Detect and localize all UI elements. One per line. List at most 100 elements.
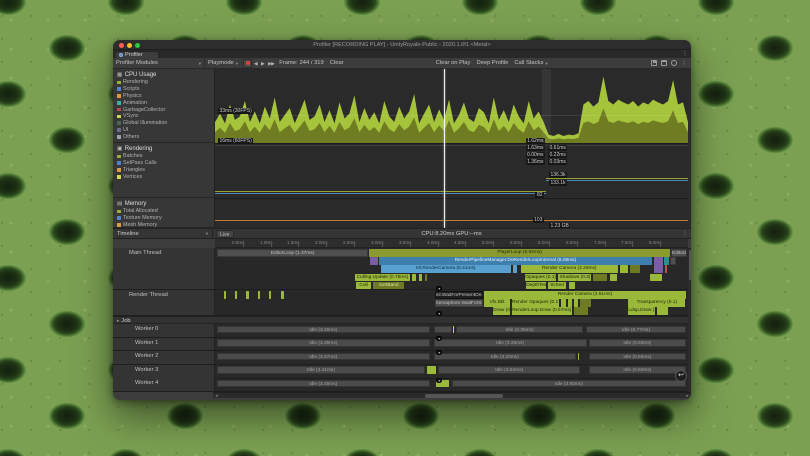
timeline-span[interactable]: Idle (3.39ms) xyxy=(217,339,430,347)
lane-bars-worker-0[interactable]: Idle (3.45ms)Idle (3.35ms)Idle (0.77ms) xyxy=(215,324,688,338)
module-header[interactable]: ▣Rendering xyxy=(117,145,214,153)
call-stacks-dropdown[interactable]: Call Stacks ▾ xyxy=(511,59,550,68)
timeline-span-small[interactable] xyxy=(654,257,664,265)
timeline-span[interactable]: RenderPipelineManager.DoRenderLoopIntern… xyxy=(379,257,652,265)
vertical-scroll-thumb[interactable] xyxy=(689,250,691,280)
charts-pane[interactable] xyxy=(215,69,688,228)
timeline-span-small[interactable] xyxy=(235,291,237,299)
timeline-span-small[interactable] xyxy=(513,265,517,273)
close-window-button[interactable] xyxy=(119,43,124,48)
module-counter-batches[interactable]: Batches xyxy=(117,153,214,160)
scroll-right-icon[interactable]: ▸ xyxy=(684,393,691,399)
timeline-span[interactable]: PlayerLoop (6.92ms) xyxy=(369,249,670,257)
timeline-span[interactable]: EditorLoop (1.37ms) xyxy=(217,249,368,257)
module-counter-texture-memory[interactable]: Texture Memory xyxy=(117,215,214,222)
job-group-header[interactable]: ▸Job xyxy=(113,316,691,324)
horizontal-scrollbar[interactable]: ◂ ▸ xyxy=(213,392,691,398)
module-header[interactable]: ▤Memory xyxy=(117,200,214,208)
timeline-span[interactable]: Shadows (0.3) xyxy=(558,274,591,282)
load-icon[interactable] xyxy=(661,60,667,66)
timeline-span[interactable]: Semaphore.WaitForSignal (0.9ms) xyxy=(435,299,483,307)
timeline-ruler[interactable]: 0.5ms1.0ms1.5ms2.0ms2.5ms3.0ms3.5ms4.0ms… xyxy=(215,239,688,248)
timeline-span-small[interactable] xyxy=(561,299,566,307)
lane-bars-worker-2[interactable]: Idle (3.47ms)Idle (3.20ms)Idle (0.56ms) xyxy=(215,351,688,365)
cpu-usage-chart[interactable] xyxy=(215,69,688,143)
timeline-span[interactable]: Transparency (0.1) xyxy=(628,299,685,307)
deep-profile-toggle[interactable]: Deep Profile xyxy=(473,59,511,68)
timeline-span-small[interactable] xyxy=(664,257,668,265)
timeline-span-small[interactable] xyxy=(269,291,271,299)
timeline-span[interactable]: Idle (3.47ms) xyxy=(217,353,430,361)
timeline-span[interactable]: RenderLoop.Draw (0.57ms) xyxy=(512,307,572,315)
timeline-span-small[interactable] xyxy=(224,291,226,299)
timeline-span-small[interactable] xyxy=(593,274,606,282)
timeline-span[interactable]: Idle (3.36ms) xyxy=(434,339,587,347)
timeline-span-small[interactable] xyxy=(412,274,417,282)
timeline-span-small[interactable] xyxy=(670,257,676,265)
timeline-span-small[interactable] xyxy=(580,299,590,307)
current-frame-button[interactable]: ▶▶ xyxy=(266,59,276,68)
timeline-view-dropdown[interactable]: Timeline ▾ xyxy=(113,228,213,239)
lane-bars-worker-4[interactable]: Idle (3.45ms)Idle (3.93ms) xyxy=(215,378,688,392)
timeline-span-small[interactable] xyxy=(574,299,579,307)
module-counter-triangles[interactable]: Triangles xyxy=(117,167,214,174)
timeline-span-small[interactable] xyxy=(578,353,579,361)
lane-bars-worker-3[interactable]: Idle (3.41ms) Idle (3.54ms) Idle (0.50ms) xyxy=(215,365,688,379)
title-bar[interactable]: Profiler [RECORDING PLAY] - UnityRoyale-… xyxy=(113,40,691,50)
timeline-span[interactable]: Render Camera (3.51ms) xyxy=(484,291,686,299)
next-frame-button[interactable]: ▶ xyxy=(259,59,266,68)
help-icon[interactable] xyxy=(671,60,677,66)
timeline-span[interactable]: Idle (0.56ms) xyxy=(589,353,686,361)
module-counter-physics[interactable]: Physics xyxy=(117,93,214,100)
horizontal-scroll-thumb[interactable] xyxy=(425,394,503,398)
profiler-modules-dropdown[interactable]: Profiler Modules ▾ xyxy=(113,59,205,68)
module-counter-setpass-calls[interactable]: SetPass Calls xyxy=(117,160,214,167)
lane-bars-worker-1[interactable]: Idle (3.39ms) Idle (3.36ms)Idle (0.93ms) xyxy=(215,338,688,352)
timeline-span-small[interactable] xyxy=(427,366,437,374)
vertical-scrollbar[interactable] xyxy=(688,248,691,392)
maximize-window-button[interactable] xyxy=(135,43,140,48)
timeline-span-small[interactable] xyxy=(630,265,640,273)
timeline-span[interactable]: Idle (3.45ms) xyxy=(217,326,430,334)
playhead-line[interactable] xyxy=(444,69,445,228)
timeline-span-small[interactable] xyxy=(281,291,283,299)
tab-profiler[interactable]: Profiler xyxy=(115,51,159,59)
module-counter-garbagecollector[interactable]: GarbageCollector xyxy=(117,106,214,113)
timeline-span-small[interactable] xyxy=(657,307,668,315)
timeline-span-small[interactable] xyxy=(574,307,588,315)
timeline-span[interactable]: Idle (0.77ms) xyxy=(586,326,686,334)
timeline-span[interactable]: Idle (0.93ms) xyxy=(589,339,686,347)
timeline-span-small[interactable] xyxy=(610,274,618,282)
timeline-span-small[interactable] xyxy=(370,257,378,265)
timeline-span-small[interactable] xyxy=(419,274,422,282)
timeline-span-small[interactable] xyxy=(665,265,667,273)
timeline-span[interactable]: Idle (0.50ms) xyxy=(589,366,686,374)
timeline-span-small[interactable] xyxy=(620,265,629,273)
playmode-dropdown[interactable]: Playmode ▾ xyxy=(205,59,241,68)
timeline-span[interactable]: Idle (3.41ms) xyxy=(217,366,425,374)
module-counter-vsync[interactable]: VSync xyxy=(117,113,214,120)
lane-bars-main-thread[interactable]: EditorLoop (1.37ms)PlayerLoop (6.92ms)Ed… xyxy=(215,248,688,290)
timeline-span[interactable]: Vfx.Blit xyxy=(484,299,511,307)
record-button[interactable] xyxy=(243,59,252,68)
toolbar-menu-icon[interactable]: ⋮ xyxy=(681,60,687,67)
timeline-span[interactable]: Render Opaques (0.17ms) xyxy=(512,299,559,307)
timeline-span[interactable]: Ldsp.Draw (1) xyxy=(628,307,655,315)
timeline-span-small[interactable] xyxy=(258,291,260,299)
timeline-span-small[interactable] xyxy=(453,326,454,334)
timeline-span[interactable]: Inl.RenderCamera (5.41ms) xyxy=(381,265,512,273)
module-counter-ui[interactable]: UI xyxy=(117,127,214,134)
module-counter-rendering[interactable]: Rendering xyxy=(117,79,214,86)
lane-bars-render-thread[interactable]: Inl.WaitForPresentOnGfxThreadRender Came… xyxy=(215,290,688,316)
timeline-span[interactable]: Idle (3.93ms) xyxy=(452,380,687,388)
timeline-span[interactable]: Opaques (0.1) xyxy=(525,274,555,282)
timeline-span[interactable]: Idle (3.54ms) xyxy=(438,366,580,374)
jump-to-current-frame-button[interactable]: ↩ xyxy=(675,370,687,382)
minimize-window-button[interactable] xyxy=(127,43,132,48)
timeline-span-small[interactable] xyxy=(434,326,453,334)
timeline-span-small[interactable] xyxy=(654,265,663,273)
module-counter-animation[interactable]: Animation xyxy=(117,99,214,106)
module-counter-vertices[interactable]: Vertices xyxy=(117,173,214,180)
save-icon[interactable] xyxy=(651,60,657,66)
timeline-span-small[interactable] xyxy=(568,299,572,307)
